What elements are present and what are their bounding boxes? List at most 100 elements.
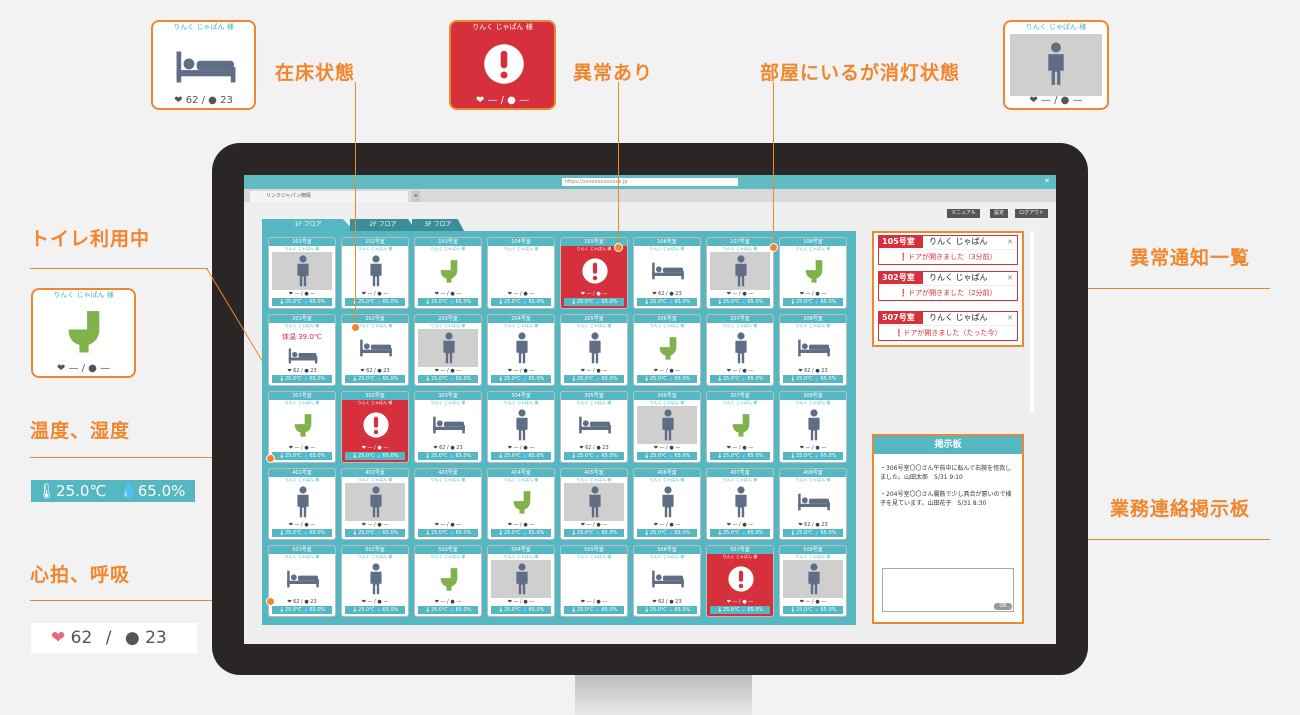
example-vitals: ❤ — / ● — bbox=[56, 363, 111, 374]
room-card[interactable]: 407号室 りんく じゃぱん 様 ❤ — / ● — 🌡25.0℃ 💧65.0% bbox=[706, 468, 774, 540]
env-hum: 65.0% bbox=[137, 482, 186, 500]
url-input[interactable]: https://xxxxxxxxxxxxx.jp bbox=[562, 178, 738, 186]
room-card[interactable]: 206号室 りんく じゃぱん 様 ❤ — / ● — 🌡25.0℃ 💧65.0% bbox=[633, 314, 701, 386]
room-vitals: ❤ — / ● — bbox=[361, 522, 389, 528]
room-card[interactable]: 507号室 りんく じゃぱん 様 ❤ — / ● — 🌡25.0℃ 💧65.0% bbox=[706, 545, 774, 617]
room-card[interactable]: 404号室 りんく じゃぱん 様 ❤ — / ● — 🌡25.0℃ 💧65.0% bbox=[487, 468, 555, 540]
room-card[interactable]: 405号室 りんく じゃぱん 様 ❤ — / ● — 🌡25.0℃ 💧65.0% bbox=[560, 468, 628, 540]
room-env: 🌡25.0℃ 💧65.0% bbox=[345, 375, 405, 383]
room-card[interactable]: 306号室 りんく じゃぱん 様 ❤ — / ● — 🌡25.0℃ 💧65.0% bbox=[633, 391, 701, 463]
notification-name: りんく じゃぱん bbox=[929, 273, 988, 282]
room-card[interactable]: 403号室 りんく じゃぱん 様 ❤ — / ● — 🌡25.0℃ 💧65.0% bbox=[414, 468, 482, 540]
vital-sep: / bbox=[105, 628, 112, 648]
room-card[interactable]: 103号室 りんく じゃぱん 様 ❤ — / ● — 🌡25.0℃ 💧65.0% bbox=[414, 237, 482, 309]
room-card[interactable]: 305号室 りんく じゃぱん 様 ❤ 62 / ● 23 🌡25.0℃ 💧65.0% bbox=[560, 391, 628, 463]
toilet-icon bbox=[439, 566, 459, 592]
room-card[interactable]: 203号室 りんく じゃぱん 様 ❤ — / ● — 🌡25.0℃ 💧65.0% bbox=[414, 314, 482, 386]
room-card[interactable]: 102号室 りんく じゃぱん 様 ❤ — / ● — 🌡25.0℃ 💧65.0% bbox=[341, 237, 409, 309]
room-number: 507号室 bbox=[707, 546, 773, 554]
room-status bbox=[710, 560, 770, 598]
room-number: 501号室 bbox=[269, 546, 335, 554]
room-card[interactable]: 401号室 りんく じゃぱん 様 ❤ — / ● — 🌡25.0℃ 💧65.0% bbox=[268, 468, 336, 540]
close-icon[interactable]: ✕ bbox=[1007, 312, 1017, 324]
notification-item[interactable]: 507号室 りんく じゃぱん ✕ ❗ドアが開きました（たった今） bbox=[878, 311, 1018, 341]
close-icon[interactable]: ✕ bbox=[1007, 236, 1017, 248]
settings-button[interactable]: 設定 bbox=[990, 209, 1009, 218]
room-env: 🌡25.0℃ 💧65.0% bbox=[564, 606, 624, 614]
close-icon[interactable]: ✕ bbox=[1007, 272, 1017, 284]
alert-icon: ❗ bbox=[899, 289, 909, 297]
room-vitals: ❤ — / ● — bbox=[799, 445, 827, 451]
room-card[interactable]: 101号室 りんく じゃぱん 様 ❤ — / ● — 🌡25.0℃ 💧65.0% bbox=[268, 237, 336, 309]
room-number: 403号室 bbox=[415, 469, 481, 477]
room-card[interactable]: 302号室 りんく じゃぱん 様 ❤ — / ● — 🌡25.0℃ 💧65.0% bbox=[341, 391, 409, 463]
room-card[interactable]: 106号室 りんく じゃぱん 様 ❤ 62 / ● 23 🌡25.0℃ 💧65.0% bbox=[633, 237, 701, 309]
room-status bbox=[345, 483, 405, 521]
temp-warning: 体温 39.0℃ bbox=[282, 333, 322, 341]
new-tab-button[interactable]: + bbox=[412, 191, 420, 202]
room-card[interactable]: 506号室 りんく じゃぱん 様 ❤ 62 / ● 23 🌡25.0℃ 💧65.0% bbox=[633, 545, 701, 617]
person-icon bbox=[806, 409, 822, 441]
room-number: 203号室 bbox=[415, 315, 481, 323]
room-card[interactable]: 205号室 りんく じゃぱん 様 ❤ — / ● — 🌡25.0℃ 💧65.0% bbox=[560, 314, 628, 386]
close-icon[interactable]: ✕ bbox=[1044, 177, 1050, 185]
tab-floor-2[interactable]: 2F フロア bbox=[350, 219, 416, 231]
room-card[interactable]: 501号室 りんく じゃぱん 様 ❤ 62 / ● 23 🌡25.0℃ 💧65.0% bbox=[268, 545, 336, 617]
room-card[interactable]: 406号室 りんく じゃぱん 様 ❤ — / ● — 🌡25.0℃ 💧65.0% bbox=[633, 468, 701, 540]
manual-button[interactable]: マニュアル bbox=[947, 209, 980, 218]
room-env: 🌡25.0℃ 💧65.0% bbox=[345, 529, 405, 537]
notification-item[interactable]: 105号室 りんく じゃぱん ✕ ❗ドアが開きました（3分前） bbox=[878, 235, 1018, 265]
toilet-icon bbox=[439, 258, 459, 284]
room-card[interactable]: 303号室 りんく じゃぱん 様 ❤ 62 / ● 23 🌡25.0℃ 💧65.0% bbox=[414, 391, 482, 463]
logout-button[interactable]: ログアウト bbox=[1015, 209, 1049, 218]
ok-button[interactable]: OK bbox=[994, 603, 1012, 610]
room-number: 301号室 bbox=[269, 392, 335, 400]
room-env: 🌡25.0℃ 💧65.0% bbox=[491, 529, 551, 537]
room-status bbox=[418, 406, 478, 444]
room-number: 307号室 bbox=[707, 392, 773, 400]
room-card[interactable]: 107号室 りんく じゃぱん 様 ❤ — / ● — 🌡25.0℃ 💧65.0% bbox=[706, 237, 774, 309]
room-number: 204号室 bbox=[488, 315, 554, 323]
room-number: 506号室 bbox=[634, 546, 700, 554]
notification-item[interactable]: 302号室 りんく じゃぱん ✕ ❗ドアが開きました（2分前） bbox=[878, 271, 1018, 301]
browser-tab[interactable]: リンクジャパン御殿 bbox=[250, 191, 408, 202]
room-card[interactable]: 402号室 りんく じゃぱん 様 ❤ — / ● — 🌡25.0℃ 💧65.0% bbox=[341, 468, 409, 540]
room-card[interactable]: 504号室 りんく じゃぱん 様 ❤ — / ● — 🌡25.0℃ 💧65.0% bbox=[487, 545, 555, 617]
room-vitals: ❤ — / ● — bbox=[726, 368, 754, 374]
vital-example: ❤ 62 / ● 23 bbox=[31, 623, 197, 653]
room-card[interactable]: 304号室 りんく じゃぱん 様 ❤ — / ● — 🌡25.0℃ 💧65.0% bbox=[487, 391, 555, 463]
room-vitals: ❤ — / ● — bbox=[653, 445, 681, 451]
room-card[interactable]: 301号室 りんく じゃぱん 様 ❤ — / ● — 🌡25.0℃ 💧65.0% bbox=[268, 391, 336, 463]
room-env: 🌡25.0℃ 💧65.0% bbox=[710, 606, 770, 614]
tab-bar: リンクジャパン御殿 + bbox=[244, 189, 1056, 202]
room-card[interactable]: 307号室 りんく じゃぱん 様 ❤ — / ● — 🌡25.0℃ 💧65.0% bbox=[706, 391, 774, 463]
room-card[interactable]: 208号室 りんく じゃぱん 様 ❤ 62 / ● 23 🌡25.0℃ 💧65.0% bbox=[779, 314, 847, 386]
room-card[interactable]: 508号室 りんく じゃぱん 様 ❤ — / ● — 🌡25.0℃ 💧65.0% bbox=[779, 545, 847, 617]
room-card[interactable]: 201号室 りんく じゃぱん 様体温 39.0℃ ❤ 62 / ● 23 🌡25.0℃… bbox=[268, 314, 336, 386]
room-card[interactable]: 104号室 りんく じゃぱん 様 ❤ — / ● — 🌡25.0℃ 💧65.0% bbox=[487, 237, 555, 309]
room-card[interactable]: 207号室 りんく じゃぱん 様 ❤ — / ● — 🌡25.0℃ 💧65.0% bbox=[706, 314, 774, 386]
room-card[interactable]: 408号室 りんく じゃぱん 様 ❤ 62 / ● 23 🌡25.0℃ 💧65.0% bbox=[779, 468, 847, 540]
person-icon bbox=[441, 332, 457, 364]
room-card[interactable]: 502号室 りんく じゃぱん 様 ❤ — / ● — 🌡25.0℃ 💧65.0% bbox=[341, 545, 409, 617]
room-status bbox=[272, 252, 332, 290]
alert-icon bbox=[581, 257, 609, 285]
room-number: 502号室 bbox=[342, 546, 408, 554]
room-card[interactable]: 108号室 りんく じゃぱん 様 ❤ — / ● — 🌡25.0℃ 💧65.0% bbox=[779, 237, 847, 309]
tab-floor-1[interactable]: 1F フロア bbox=[262, 219, 354, 231]
room-vitals: ❤ — / ● — bbox=[434, 522, 462, 528]
room-card[interactable]: 308号室 りんく じゃぱん 様 ❤ — / ● — 🌡25.0℃ 💧65.0% bbox=[779, 391, 847, 463]
room-number: 103号室 bbox=[415, 238, 481, 246]
tab-floor-3[interactable]: 3F フロア bbox=[412, 219, 464, 231]
room-status bbox=[272, 483, 332, 521]
toilet-icon bbox=[293, 412, 313, 438]
person-icon bbox=[368, 563, 384, 595]
room-card[interactable]: 204号室 りんく じゃぱん 様 ❤ — / ● — 🌡25.0℃ 💧65.0% bbox=[487, 314, 555, 386]
toilet-icon bbox=[512, 489, 532, 515]
notification-scrollbar[interactable] bbox=[1030, 231, 1034, 413]
room-number: 401号室 bbox=[269, 469, 335, 477]
room-card[interactable]: 503号室 りんく じゃぱん 様 ❤ — / ● — 🌡25.0℃ 💧65.0% bbox=[414, 545, 482, 617]
room-card[interactable]: 505号室 りんく じゃぱん 様 ❤ — / ● — 🌡25.0℃ 💧65.0% bbox=[560, 545, 628, 617]
room-vitals: ❤ — / ● — bbox=[288, 522, 316, 528]
room-status bbox=[783, 406, 843, 444]
